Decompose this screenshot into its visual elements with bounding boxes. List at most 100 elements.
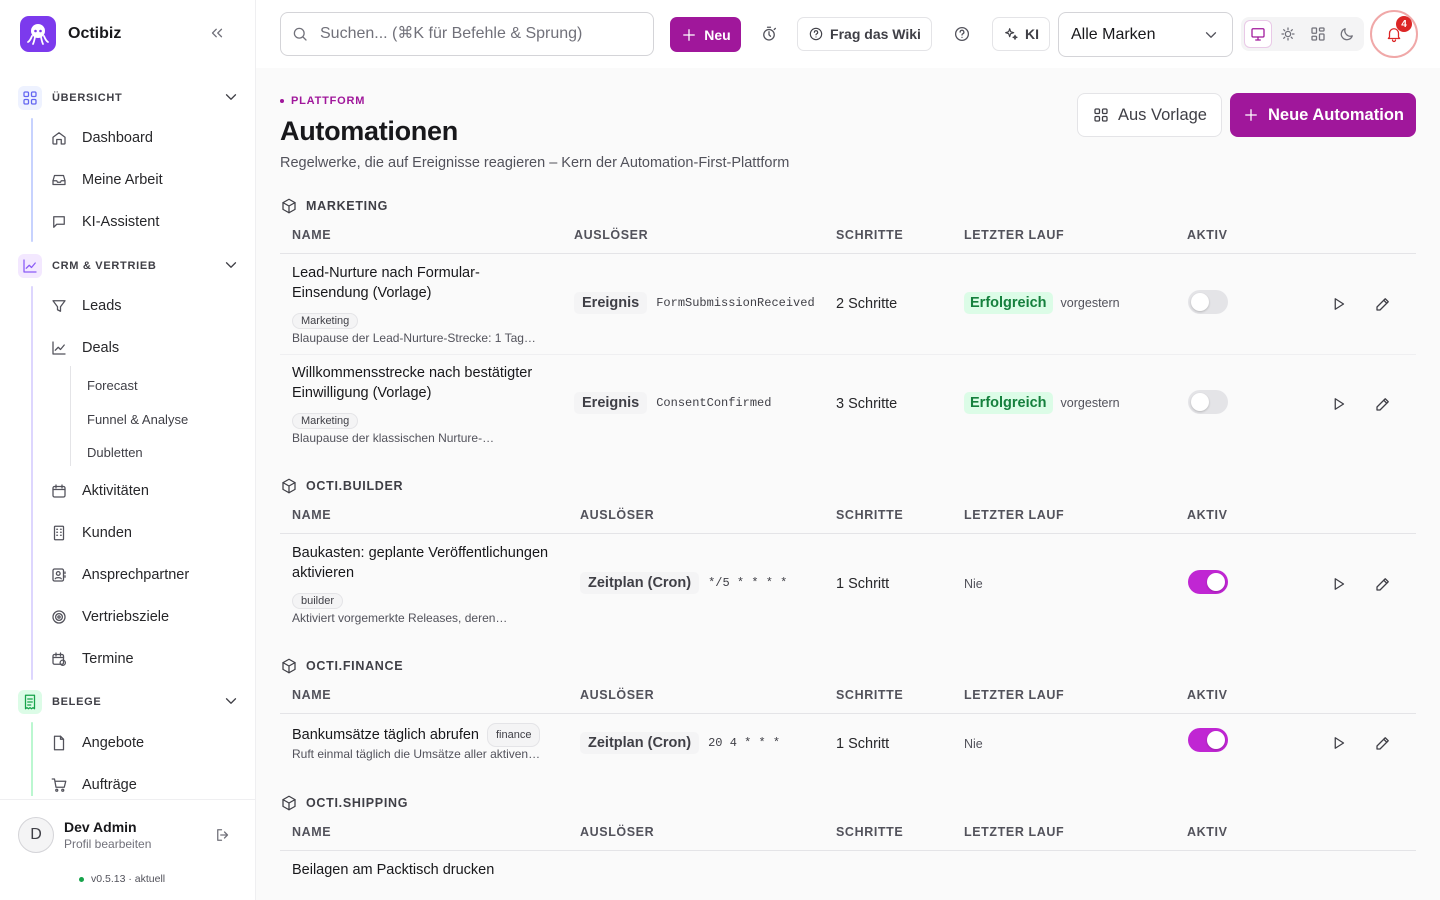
sidebar-subitem-funnel[interactable]: Funnel & Analyse bbox=[87, 412, 188, 427]
sidebar-item-angebote[interactable]: Angebote bbox=[50, 731, 144, 755]
ai-button[interactable]: KI bbox=[992, 17, 1050, 51]
status-badge: Erfolgreich bbox=[964, 292, 1053, 314]
new-button[interactable]: Neu bbox=[670, 17, 741, 52]
new-automation-button[interactable]: Neue Automation bbox=[1230, 93, 1416, 137]
dashboard-grid-icon[interactable] bbox=[1304, 20, 1332, 48]
inbox-icon bbox=[52, 174, 66, 186]
brand[interactable]: Octibiz bbox=[20, 16, 121, 52]
play-icon[interactable] bbox=[1330, 295, 1348, 313]
active-toggle[interactable] bbox=[1188, 390, 1228, 414]
moon-icon[interactable] bbox=[1333, 20, 1361, 48]
toggle-knob bbox=[1191, 393, 1209, 411]
wiki-button-label: Frag das Wiki bbox=[830, 26, 921, 42]
automation-name[interactable]: Willkommensstrecke nach bestätigter Einw… bbox=[292, 363, 554, 403]
user-name[interactable]: Dev Admin bbox=[64, 819, 137, 835]
sidebar-item-dashboard[interactable]: Dashboard bbox=[50, 126, 153, 150]
col-steps: SCHRITTE bbox=[836, 688, 904, 702]
receipt-icon bbox=[18, 690, 42, 714]
last-run-time: Nie bbox=[964, 577, 983, 591]
play-icon[interactable] bbox=[1330, 575, 1348, 593]
active-toggle[interactable] bbox=[1188, 570, 1228, 594]
automation-description: Ruft einmal täglich die Umsätze aller ak… bbox=[292, 747, 541, 761]
collapse-sidebar-icon[interactable] bbox=[208, 24, 226, 42]
table-row[interactable]: Lead-Nurture nach Formular-Einsendung (V… bbox=[280, 255, 1416, 355]
automation-name[interactable]: Baukasten: geplante Veröffentlichungen a… bbox=[292, 543, 554, 583]
col-last-run: LETZTER LAUF bbox=[964, 825, 1065, 839]
sidebar-item-meine-arbeit[interactable]: Meine Arbeit bbox=[50, 168, 163, 192]
sun-icon[interactable] bbox=[1274, 20, 1302, 48]
octopus-logo-icon bbox=[20, 16, 56, 52]
last-run: Erfolgreich vorgestern bbox=[964, 292, 1120, 314]
timer-icon[interactable] bbox=[760, 25, 778, 43]
table-row[interactable]: Willkommensstrecke nach bestätigter Einw… bbox=[280, 355, 1416, 455]
category-tag: builder bbox=[292, 593, 344, 609]
wiki-button[interactable]: Frag das Wiki bbox=[797, 17, 932, 51]
target-icon bbox=[52, 610, 66, 624]
trigger: Ereignis FormSubmissionReceived bbox=[574, 292, 815, 314]
section-label: BELEGE bbox=[52, 696, 102, 708]
item-label: Angebote bbox=[82, 735, 145, 751]
trigger: Zeitplan (Cron) 20 4 * * * bbox=[580, 732, 780, 754]
category-tag: Marketing bbox=[292, 313, 359, 329]
new-button-label: Neu bbox=[704, 26, 731, 43]
sidebar-item-deals[interactable]: Deals bbox=[50, 336, 119, 360]
pencil-icon[interactable] bbox=[1374, 575, 1392, 593]
funnel-icon bbox=[52, 300, 66, 312]
automation-name[interactable]: Bankumsätze täglich abrufen bbox=[292, 725, 479, 745]
box-icon bbox=[282, 658, 296, 674]
section-uebersicht[interactable]: ÜBERSICHT bbox=[18, 86, 240, 110]
section-belege[interactable]: BELEGE bbox=[18, 690, 240, 714]
sidebar-subitem-forecast[interactable]: Forecast bbox=[87, 378, 138, 393]
item-label: Meine Arbeit bbox=[82, 172, 163, 188]
table-row[interactable]: Beilagen am Packtisch drucken bbox=[280, 852, 1416, 900]
pencil-icon[interactable] bbox=[1374, 734, 1392, 752]
search-input[interactable] bbox=[320, 25, 640, 43]
notifications-button[interactable]: 4 bbox=[1370, 10, 1418, 58]
search-box[interactable] bbox=[280, 12, 654, 56]
item-label: Leads bbox=[82, 298, 122, 314]
chart-line-icon bbox=[18, 254, 42, 278]
sidebar-item-aktivitaeten[interactable]: Aktivitäten bbox=[50, 479, 149, 503]
avatar[interactable]: D bbox=[18, 817, 54, 853]
sidebar-item-leads[interactable]: Leads bbox=[50, 294, 122, 318]
table-header: NAME AUSLÖSER SCHRITTE LETZTER LAUF AKTI… bbox=[280, 678, 1416, 714]
pencil-icon[interactable] bbox=[1374, 395, 1392, 413]
automation-name[interactable]: Lead-Nurture nach Formular-Einsendung (V… bbox=[292, 263, 554, 303]
col-last-run: LETZTER LAUF bbox=[964, 508, 1065, 522]
group-label: OCTI.FINANCE bbox=[306, 659, 404, 673]
edit-profile-link[interactable]: Profil bearbeiten bbox=[64, 837, 151, 851]
col-trigger: AUSLÖSER bbox=[580, 688, 655, 702]
sidebar-item-termine[interactable]: Termine bbox=[50, 647, 134, 671]
sidebar-subitem-dubletten[interactable]: Dubletten bbox=[87, 445, 143, 460]
cron-expression: 20 4 * * * bbox=[708, 736, 781, 750]
play-icon[interactable] bbox=[1330, 395, 1348, 413]
status-badge: Erfolgreich bbox=[964, 392, 1053, 414]
from-template-button[interactable]: Aus Vorlage bbox=[1077, 93, 1222, 137]
play-icon[interactable] bbox=[1330, 734, 1348, 752]
sidebar-item-auftraege[interactable]: Aufträge bbox=[50, 773, 137, 796]
automation-name[interactable]: Beilagen am Packtisch drucken bbox=[292, 860, 692, 880]
automation-description: Aktiviert vorgemerkte Releases, deren… bbox=[292, 611, 508, 625]
monitor-icon[interactable] bbox=[1244, 20, 1272, 48]
version-label: v0.5.13 · aktuell bbox=[79, 873, 165, 885]
help-icon[interactable] bbox=[953, 25, 971, 43]
automation-description: Blaupause der klassischen Nurture-… bbox=[292, 431, 495, 445]
status-dot bbox=[79, 876, 84, 882]
sidebar-item-kunden[interactable]: Kunden bbox=[50, 521, 132, 545]
group-label: OCTI.SHIPPING bbox=[306, 796, 409, 810]
sidebar-item-vertriebsziele[interactable]: Vertriebsziele bbox=[50, 605, 169, 629]
section-crm[interactable]: CRM & VERTRIEB bbox=[18, 254, 240, 278]
sidebar-item-ki-assistent[interactable]: KI-Assistent bbox=[50, 210, 159, 234]
active-toggle[interactable] bbox=[1188, 290, 1228, 314]
table-row[interactable]: Baukasten: geplante Veröffentlichungen a… bbox=[280, 535, 1416, 635]
active-toggle[interactable] bbox=[1188, 728, 1228, 752]
pencil-icon[interactable] bbox=[1374, 295, 1392, 313]
section-rail bbox=[31, 722, 33, 796]
brand-select[interactable]: Alle Marken bbox=[1058, 12, 1233, 57]
sidebar-item-ansprechpartner[interactable]: Ansprechpartner bbox=[50, 563, 189, 587]
col-steps: SCHRITTE bbox=[836, 825, 904, 839]
table-row[interactable]: Bankumsätze täglich abrufen finance Ruft … bbox=[280, 715, 1416, 773]
calendar-clock-icon bbox=[52, 652, 67, 667]
last-run: Nie bbox=[964, 737, 983, 751]
logout-icon[interactable] bbox=[214, 826, 232, 844]
